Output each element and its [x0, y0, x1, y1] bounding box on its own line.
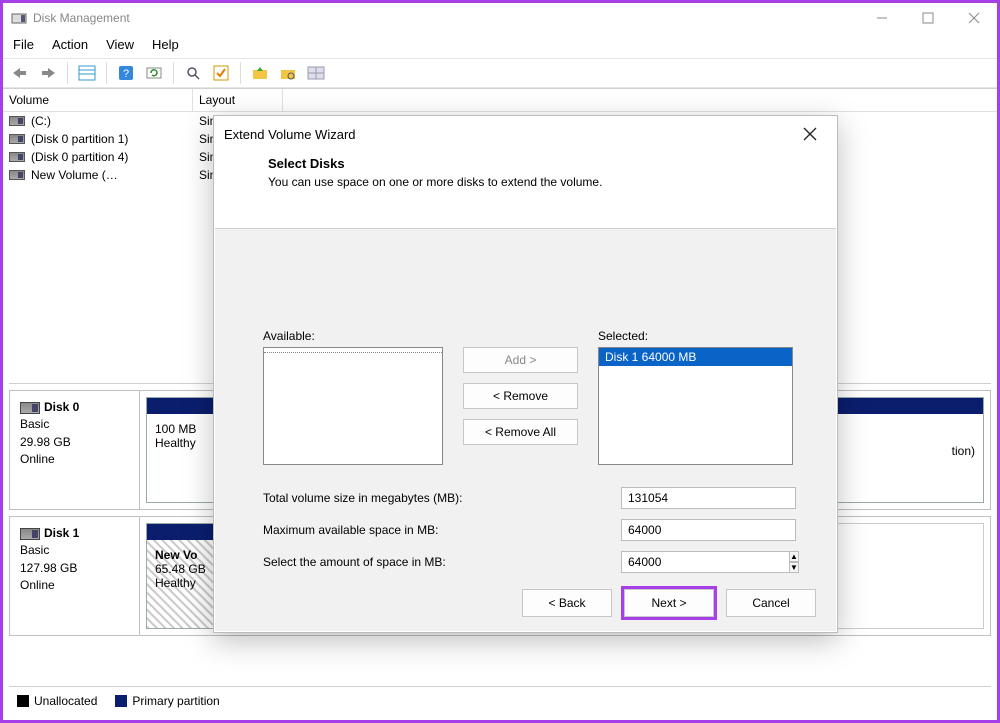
disk-icon — [9, 170, 25, 180]
cancel-button[interactable]: Cancel — [726, 589, 816, 617]
legend-primary: Primary partition — [115, 694, 219, 708]
remove-button[interactable]: < Remove — [463, 383, 578, 409]
disk-label[interactable]: Disk 0 Basic 29.98 GB Online — [10, 391, 140, 509]
grid-icon[interactable] — [305, 62, 327, 84]
app-icon — [11, 10, 27, 26]
search-icon[interactable] — [182, 62, 204, 84]
menu-file[interactable]: File — [13, 37, 34, 52]
amount-input[interactable] — [621, 551, 790, 573]
total-size-label: Total volume size in megabytes (MB): — [263, 491, 621, 505]
menu-action[interactable]: Action — [52, 37, 88, 52]
legend-unallocated: Unallocated — [17, 694, 97, 708]
disk-icon — [20, 402, 40, 414]
dialog-title: Extend Volume Wizard — [224, 127, 793, 142]
maximize-button[interactable] — [905, 3, 951, 33]
close-button[interactable] — [951, 3, 997, 33]
selected-listbox[interactable]: Disk 1 64000 MB — [598, 347, 793, 465]
forward-icon[interactable] — [37, 62, 59, 84]
titlebar: Disk Management — [3, 3, 997, 33]
total-size-value: 131054 — [621, 487, 796, 509]
available-listbox[interactable] — [263, 347, 443, 465]
dialog-close-button[interactable] — [793, 119, 827, 149]
svg-text:?: ? — [123, 68, 129, 80]
folder-search-icon[interactable] — [277, 62, 299, 84]
help-icon[interactable]: ? — [115, 62, 137, 84]
back-button[interactable]: < Back — [522, 589, 612, 617]
column-layout[interactable]: Layout — [193, 89, 283, 111]
disk-icon — [9, 152, 25, 162]
remove-all-button[interactable]: < Remove All — [463, 419, 578, 445]
disk-label[interactable]: Disk 1 Basic 127.98 GB Online — [10, 517, 140, 635]
folder-up-icon[interactable] — [249, 62, 271, 84]
next-button[interactable]: Next > — [624, 589, 714, 617]
add-button[interactable]: Add > — [463, 347, 578, 373]
menu-view[interactable]: View — [106, 37, 134, 52]
table-view-icon[interactable] — [76, 62, 98, 84]
partition[interactable]: 100 MB Healthy — [146, 397, 216, 503]
selected-label: Selected: — [598, 329, 793, 343]
legend: Unallocated Primary partition — [9, 686, 991, 714]
disk-icon — [9, 134, 25, 144]
menu-help[interactable]: Help — [152, 37, 179, 52]
dialog-heading: Select Disks — [268, 156, 813, 171]
max-space-label: Maximum available space in MB: — [263, 523, 621, 537]
check-icon[interactable] — [210, 62, 232, 84]
available-label: Available: — [263, 329, 443, 343]
menubar: File Action View Help — [3, 33, 997, 58]
extend-volume-dialog: Extend Volume Wizard Select Disks You ca… — [213, 115, 838, 633]
amount-label: Select the amount of space in MB: — [263, 555, 621, 569]
column-volume[interactable]: Volume — [3, 89, 193, 111]
selected-item[interactable]: Disk 1 64000 MB — [599, 348, 792, 366]
partition[interactable]: New Vo 65.48 GB Healthy — [146, 523, 216, 629]
toolbar: ? — [3, 58, 997, 88]
max-space-value: 64000 — [621, 519, 796, 541]
partition-empty[interactable] — [816, 523, 984, 629]
minimize-button[interactable] — [859, 3, 905, 33]
disk-icon — [9, 116, 25, 126]
back-icon[interactable] — [9, 62, 31, 84]
dialog-subheading: You can use space on one or more disks t… — [268, 175, 813, 189]
disk-icon — [20, 528, 40, 540]
refresh-icon[interactable] — [143, 62, 165, 84]
spin-up-button[interactable]: ▲ — [790, 551, 799, 562]
window-title: Disk Management — [33, 11, 859, 25]
spin-down-button[interactable]: ▼ — [790, 562, 799, 573]
